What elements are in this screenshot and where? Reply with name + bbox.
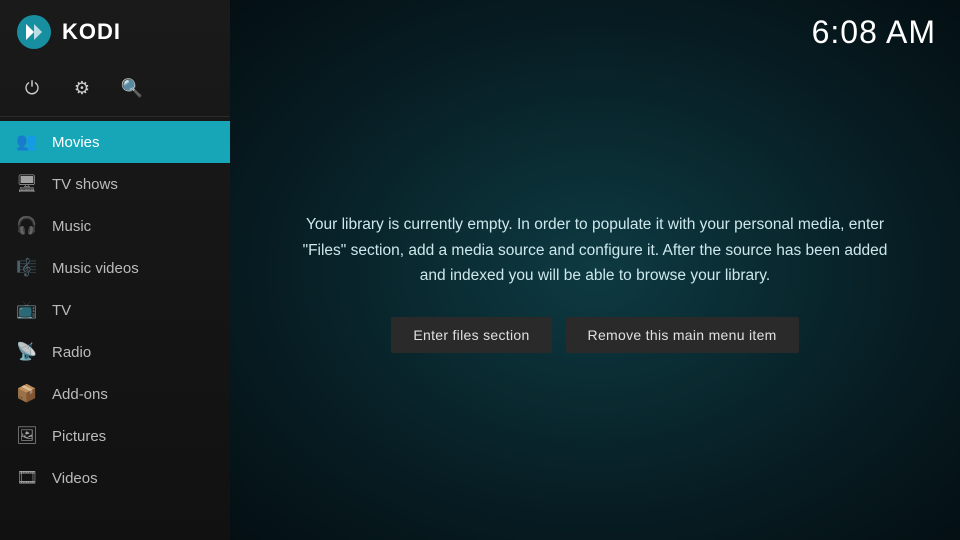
movies-label: Movies xyxy=(52,134,100,151)
empty-library-message: Your library is currently empty. In orde… xyxy=(290,212,900,289)
music-videos-icon: 🎼 xyxy=(16,258,38,278)
radio-label: Radio xyxy=(52,344,91,361)
main-content: 6:08 AM Your library is currently empty.… xyxy=(230,0,960,540)
sidebar-item-movies[interactable]: 👥 Movies xyxy=(0,121,230,163)
app-title: KODI xyxy=(62,19,121,45)
action-buttons: Enter files section Remove this main men… xyxy=(391,317,798,353)
videos-icon: 🎞 xyxy=(16,468,38,488)
sidebar-item-videos[interactable]: 🎞 Videos xyxy=(0,457,230,499)
pictures-label: Pictures xyxy=(52,428,106,445)
sidebar-header: KODI xyxy=(0,0,230,64)
music-label: Music xyxy=(52,218,91,235)
sidebar-item-tv[interactable]: 📺 TV xyxy=(0,289,230,331)
content-area: Your library is currently empty. In orde… xyxy=(230,65,960,540)
sidebar-item-music-videos[interactable]: 🎼 Music videos xyxy=(0,247,230,289)
main-menu: 👥 Movies 🖥 TV shows 🎧 Music 🎼 Music vide… xyxy=(0,121,230,540)
music-icon: 🎧 xyxy=(16,216,38,236)
videos-label: Videos xyxy=(52,470,98,487)
search-icon[interactable]: 🔍 xyxy=(118,74,146,102)
sidebar-utility-icons: ⏻ ⚙ 🔍 xyxy=(0,64,230,117)
sidebar-item-tv-shows[interactable]: 🖥 TV shows xyxy=(0,163,230,205)
tv-shows-label: TV shows xyxy=(52,176,118,193)
settings-icon[interactable]: ⚙ xyxy=(68,74,96,102)
sidebar-item-add-ons[interactable]: 📦 Add-ons xyxy=(0,373,230,415)
top-bar: 6:08 AM xyxy=(230,0,960,65)
enter-files-button[interactable]: Enter files section xyxy=(391,317,551,353)
music-videos-label: Music videos xyxy=(52,260,139,277)
clock: 6:08 AM xyxy=(812,14,936,51)
power-icon[interactable]: ⏻ xyxy=(18,74,46,102)
sidebar-item-music[interactable]: 🎧 Music xyxy=(0,205,230,247)
tv-label: TV xyxy=(52,302,71,319)
add-ons-icon: 📦 xyxy=(16,384,38,404)
movies-icon: 👥 xyxy=(16,132,38,152)
pictures-icon: 🖼 xyxy=(16,426,38,446)
sidebar: KODI ⏻ ⚙ 🔍 👥 Movies 🖥 TV shows 🎧 Music 🎼… xyxy=(0,0,230,540)
sidebar-item-radio[interactable]: 📡 Radio xyxy=(0,331,230,373)
radio-icon: 📡 xyxy=(16,342,38,362)
add-ons-label: Add-ons xyxy=(52,386,108,403)
sidebar-item-pictures[interactable]: 🖼 Pictures xyxy=(0,415,230,457)
kodi-logo xyxy=(16,14,52,50)
tv-icon: 📺 xyxy=(16,300,38,320)
tv-shows-icon: 🖥 xyxy=(16,174,38,194)
remove-menu-item-button[interactable]: Remove this main menu item xyxy=(566,317,799,353)
